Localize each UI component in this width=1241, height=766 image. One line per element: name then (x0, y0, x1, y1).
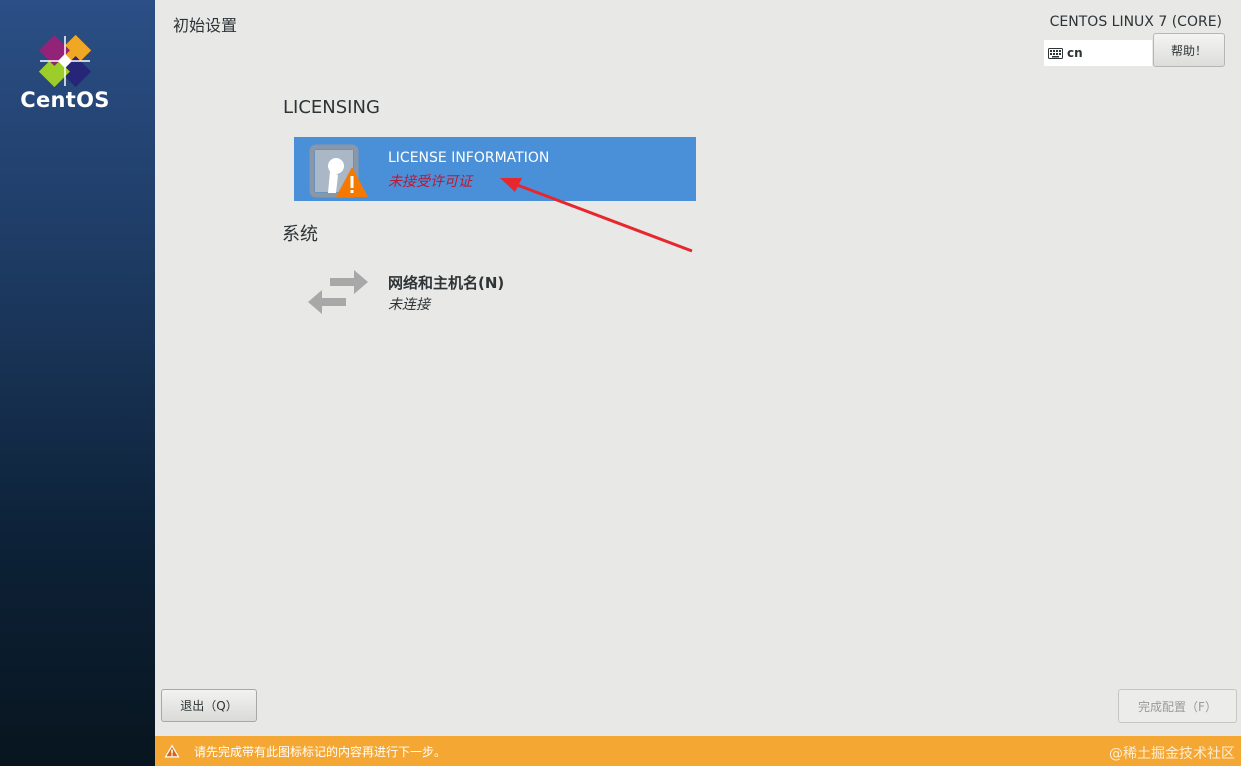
page-title: 初始设置 (173, 16, 238, 35)
spoke-name: 网络和主机名(N) (388, 274, 505, 292)
finish-configuration-button[interactable]: 完成配置（F） (1118, 689, 1237, 723)
product-name: CENTOS LINUX 7 (CORE) (1049, 14, 1222, 30)
spoke-name: LICENSE INFORMATION (388, 150, 550, 166)
keyboard-layout-indicator[interactable]: cn (1044, 40, 1152, 66)
keyboard-icon (1048, 47, 1063, 59)
spoke-network-hostname[interactable]: 网络和主机名(N) 未连接 (294, 258, 696, 324)
spoke-license-information[interactable]: LICENSE INFORMATION 未接受许可证 (294, 137, 696, 201)
warning-message: 请先完成带有此图标标记的内容再进行下一步。 (194, 744, 447, 759)
license-warning-icon (309, 144, 368, 198)
spoke-status: 未接受许可证 (388, 174, 472, 190)
centos-logo-icon (38, 34, 92, 88)
network-arrows-icon (308, 270, 368, 314)
sidebar: CentOS (0, 0, 155, 766)
brand-name: CentOS (20, 88, 110, 112)
section-title-system: 系统 (282, 224, 318, 245)
section-title-licensing: LICENSING (283, 97, 380, 118)
warning-bar: 请先完成带有此图标标记的内容再进行下一步。 @稀土掘金技术社区 (155, 736, 1241, 766)
quit-button[interactable]: 退出（Q） (161, 689, 257, 722)
annotation-arrow (500, 178, 693, 253)
help-button[interactable]: 帮助！ (1153, 33, 1225, 67)
spoke-status: 未连接 (388, 297, 430, 313)
watermark: @稀土掘金技术社区 (1109, 746, 1235, 762)
warning-icon (164, 744, 180, 758)
keyboard-layout-label: cn (1067, 46, 1083, 60)
centos-logo: CentOS (14, 34, 139, 114)
